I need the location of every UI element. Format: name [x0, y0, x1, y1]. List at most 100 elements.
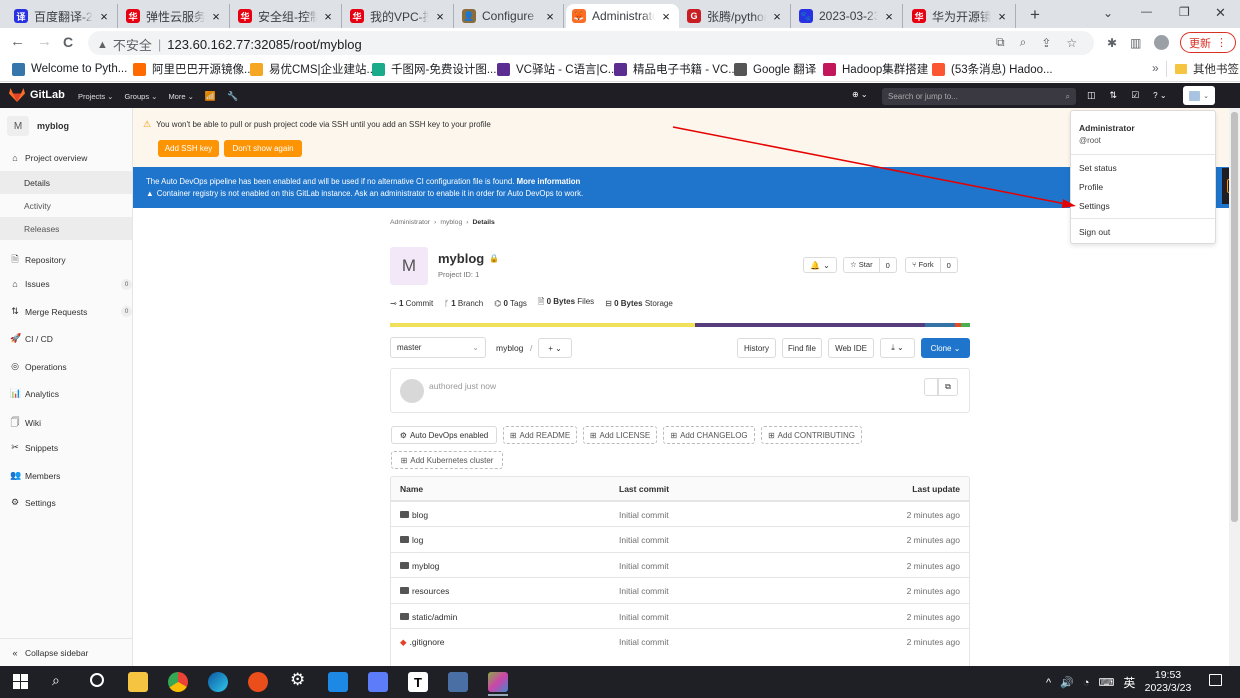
- browser-tab[interactable]: 译百度翻译-200种 ×: [8, 4, 118, 28]
- tab-close-icon[interactable]: ×: [209, 9, 223, 24]
- dropdown-set-status[interactable]: Set status: [1079, 163, 1117, 173]
- tab-close-icon[interactable]: ×: [97, 9, 111, 24]
- breadcrumb-administrator[interactable]: Administrator: [390, 219, 430, 226]
- gitlab-logo[interactable]: GitLab: [9, 88, 65, 102]
- security-indicator[interactable]: 不安全: [113, 35, 152, 54]
- table-row[interactable]: log Initial commit 2 minutes ago: [390, 526, 970, 551]
- dropdown-profile[interactable]: Profile: [1079, 182, 1103, 192]
- last-commit-cell[interactable]: Initial commit: [619, 510, 669, 520]
- browser-tab[interactable]: 👤 Configure Sy ×: [456, 4, 564, 28]
- clone-dropdown[interactable]: Clone ⌄: [921, 338, 970, 358]
- app-icon[interactable]: [248, 672, 268, 692]
- translate-icon[interactable]: ⧉: [996, 35, 1005, 50]
- new-tab-button[interactable]: +: [1030, 5, 1040, 25]
- search-icon[interactable]: ⌕: [52, 672, 60, 689]
- fork-count[interactable]: 0: [941, 261, 957, 270]
- breadcrumb-details[interactable]: Details: [473, 219, 495, 226]
- tab-close-icon[interactable]: ×: [882, 9, 896, 24]
- file-explorer-icon[interactable]: [128, 672, 148, 692]
- update-button[interactable]: 更新 ⋮: [1180, 32, 1236, 53]
- sidebar-item-snippets[interactable]: ✂ Snippets: [10, 442, 132, 453]
- sidebar-project-header[interactable]: M myblog: [7, 116, 69, 136]
- settings-gear-icon[interactable]: ⚙: [290, 670, 305, 690]
- extensions-icon[interactable]: ✱: [1107, 36, 1117, 50]
- copy-sha-button[interactable]: ⧉: [938, 378, 958, 396]
- breadcrumb-myblog[interactable]: myblog: [440, 219, 462, 226]
- auto-devops-enabled-button[interactable]: ⚙ Auto DevOps enabled: [391, 426, 497, 444]
- table-row[interactable]: static/admin Initial commit 2 minutes ago: [390, 602, 970, 628]
- sidebar-subitem-details[interactable]: Details: [0, 171, 132, 194]
- ime-indicator[interactable]: 英: [1123, 674, 1135, 691]
- tab-close-icon[interactable]: ×: [433, 9, 447, 24]
- branch-selector[interactable]: master ⌄: [390, 337, 486, 358]
- keyboard-icon[interactable]: ⌨: [1099, 676, 1115, 689]
- tab-close-icon[interactable]: ×: [321, 9, 335, 24]
- sidebar-item-settings[interactable]: ⚙ Settings: [10, 497, 132, 508]
- table-row[interactable]: resources Initial commit 2 minutes ago: [390, 577, 970, 602]
- other-bookmarks[interactable]: 其他书签: [1175, 61, 1239, 77]
- last-commit-cell[interactable]: Initial commit: [619, 612, 669, 622]
- sidebar-item-repository[interactable]: 🗎 Repository: [10, 252, 132, 268]
- browser-tab[interactable]: 华华为开源镜像 ×: [906, 4, 1016, 28]
- tab-search-icon[interactable]: ⌄: [1103, 6, 1113, 20]
- chevron-up-icon[interactable]: ^: [1046, 677, 1051, 689]
- branches-stat[interactable]: ᚴ 1 Branch: [444, 299, 483, 308]
- typora-icon[interactable]: T: [408, 672, 428, 692]
- vm-icon[interactable]: [448, 672, 468, 692]
- web-ide-button[interactable]: Web IDE: [828, 338, 874, 358]
- profile-icon[interactable]: [1154, 35, 1170, 50]
- sidebar-item-analytics[interactable]: 📊 Analytics: [10, 388, 132, 399]
- chrome-icon[interactable]: [168, 672, 188, 692]
- notification-dropdown[interactable]: 🔔 ⌄: [803, 257, 837, 273]
- file-name-cell[interactable]: resources: [400, 586, 449, 596]
- sidebar-item-merge-requests[interactable]: ⇅ Merge Requests 0: [10, 306, 132, 317]
- last-commit-cell[interactable]: Initial commit: [619, 561, 669, 571]
- new-item-dropdown[interactable]: ⊕ ⌄: [852, 90, 868, 99]
- zoom-icon[interactable]: ⌕: [1020, 35, 1027, 50]
- browser-tab[interactable]: G 张腾/python ×: [681, 4, 791, 28]
- tab-close-icon[interactable]: ×: [770, 9, 784, 24]
- fork-button[interactable]: ⑂ Fork: [906, 258, 941, 272]
- help-dropdown[interactable]: ? ⌄: [1153, 91, 1166, 100]
- bookmark-item[interactable]: Hadoop集群搭建: [823, 61, 928, 77]
- sidebar-subitem-releases[interactable]: Releases: [0, 217, 132, 240]
- windows-start-icon[interactable]: [13, 674, 28, 689]
- image-app-icon[interactable]: [488, 672, 508, 692]
- more-information-link[interactable]: More information: [517, 177, 581, 186]
- sidebar-item-issues[interactable]: ⌂ Issues 0: [10, 278, 132, 290]
- search-box[interactable]: Search or jump to... ⌕: [882, 88, 1076, 105]
- minimize-button[interactable]: —: [1141, 6, 1152, 18]
- file-name-cell[interactable]: static/admin: [400, 612, 457, 622]
- bookmark-item[interactable]: 精品电子书籍 - VC...: [614, 61, 738, 77]
- file-name-cell[interactable]: log: [400, 535, 423, 545]
- nav-projects[interactable]: Projects ⌄: [78, 92, 113, 101]
- browser-tab[interactable]: 🦊 Administrator ×: [566, 4, 679, 28]
- repo-path[interactable]: myblog: [496, 343, 523, 353]
- clock[interactable]: 19:53 2023/3/23: [1142, 669, 1194, 695]
- sidebar-item-members[interactable]: 👥 Members: [10, 470, 132, 481]
- task-view-icon[interactable]: [90, 673, 104, 687]
- download-dropdown[interactable]: ⤓ ⌄: [880, 338, 915, 358]
- file-name-cell[interactable]: blog: [400, 510, 428, 520]
- bookmark-item[interactable]: 阿里巴巴开源镜像...: [133, 61, 254, 77]
- sidebar-item-project-overview[interactable]: ⌂ Project overview: [10, 153, 87, 163]
- sidebar-item-operations[interactable]: ◎ Operations: [10, 361, 132, 372]
- bookmarks-overflow-button[interactable]: »: [1152, 61, 1159, 75]
- bookmark-item[interactable]: Google 翻译: [734, 61, 816, 77]
- table-row[interactable]: myblog Initial commit 2 minutes ago: [390, 551, 970, 577]
- add-contributing-button[interactable]: ⊞ Add CONTRIBUTING: [761, 426, 862, 444]
- bookmark-star-icon[interactable]: ☆: [1066, 36, 1077, 50]
- sidebar-subitem-activity[interactable]: Activity: [0, 194, 132, 217]
- notepad-icon[interactable]: [368, 672, 388, 692]
- sidebar-item-ci-cd[interactable]: 🚀 CI / CD: [10, 333, 132, 344]
- find-file-button[interactable]: Find file: [782, 338, 822, 358]
- nav-more[interactable]: More ⌄: [168, 92, 193, 101]
- reload-button[interactable]: C: [63, 34, 73, 50]
- bookmark-item[interactable]: (53条消息) Hadoo...: [932, 61, 1053, 77]
- activity-chart-icon[interactable]: 📶: [205, 91, 216, 102]
- notification-center-icon[interactable]: [1209, 674, 1222, 686]
- last-commit-cell[interactable]: Initial commit: [619, 535, 669, 545]
- url-text[interactable]: 123.60.162.77:32085/root/myblog: [167, 37, 361, 52]
- nav-groups[interactable]: Groups ⌄: [124, 92, 157, 101]
- tab-close-icon[interactable]: ×: [995, 9, 1009, 24]
